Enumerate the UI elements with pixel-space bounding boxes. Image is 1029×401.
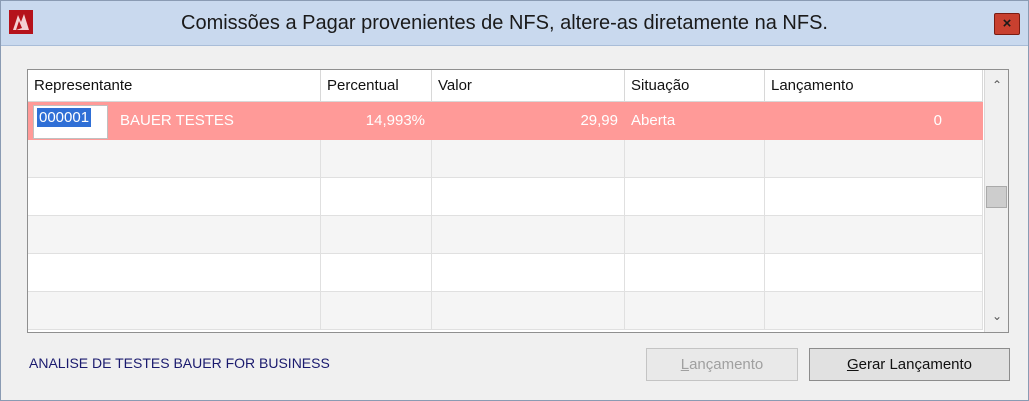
column-header-percentual[interactable]: Percentual [321,70,432,101]
empty-cell[interactable] [625,292,765,330]
cell-nome[interactable]: BAUER TESTES [114,102,321,140]
close-button[interactable]: × [994,13,1020,35]
empty-cell[interactable] [765,292,983,330]
app-logo-icon [9,10,33,34]
empty-cell[interactable] [321,216,432,254]
title-bar[interactable]: Comissões a Pagar provenientes de NFS, a… [1,1,1028,46]
gerar-lancamento-button[interactable]: Gerar Lançamento [809,348,1010,381]
dialog-window: Comissões a Pagar provenientes de NFS, a… [0,0,1029,401]
column-header-representante[interactable]: Representante [28,70,321,101]
codigo-edit-field[interactable]: 000001 [33,105,108,139]
empty-cell[interactable] [765,140,983,178]
empty-cell[interactable] [432,216,625,254]
empty-cell[interactable] [625,140,765,178]
cell-lancamento[interactable]: 0 [765,102,983,140]
empty-cell[interactable] [28,292,321,330]
scroll-up-icon[interactable]: ⌃ [987,75,1007,95]
empty-cell[interactable] [28,178,321,216]
empty-cell[interactable] [321,178,432,216]
table-row-empty[interactable] [28,292,983,330]
column-header-lancamento[interactable]: Lançamento [765,70,983,101]
table-row-empty[interactable] [28,178,983,216]
vertical-scrollbar[interactable]: ⌃ ⌄ [984,70,1008,332]
cell-situacao[interactable]: Aberta [625,102,765,140]
lancamento-label: ançamento [689,356,764,373]
cell-valor[interactable]: 29,99 [432,102,625,140]
window-title: Comissões a Pagar provenientes de NFS, a… [181,12,828,34]
empty-cell[interactable] [28,254,321,292]
lancamento-accelerator: L [680,356,690,373]
table-row-empty[interactable] [28,216,983,254]
commissions-grid[interactable]: Representante Percentual Valor Situação … [27,69,1009,333]
empty-cell[interactable] [432,140,625,178]
column-header-valor[interactable]: Valor [432,70,625,101]
gerar-accelerator: G [846,356,859,373]
empty-cell[interactable] [625,178,765,216]
table-row-empty[interactable] [28,140,983,178]
cell-percentual[interactable]: 14,993% [321,102,432,140]
scroll-down-icon[interactable]: ⌄ [987,306,1007,326]
empty-cell[interactable] [321,254,432,292]
empty-cell[interactable] [765,178,983,216]
table-row-empty[interactable] [28,254,983,292]
empty-cell[interactable] [625,216,765,254]
cell-codigo[interactable]: 000001 [28,102,114,140]
empty-cell[interactable] [28,140,321,178]
grid-header: Representante Percentual Valor Situação … [28,70,983,102]
empty-cell[interactable] [432,178,625,216]
empty-cell[interactable] [432,292,625,330]
status-text: ANALISE DE TESTES BAUER FOR BUSINESS [29,355,330,371]
close-icon: × [1002,15,1012,32]
codigo-value: 000001 [37,108,92,127]
table-row[interactable]: 000001 BAUER TESTES 14,993% 29,99 Aberta… [28,102,983,140]
empty-cell[interactable] [765,216,983,254]
gerar-lancamento-label: erar Lançamento [858,356,973,373]
lancamento-button[interactable]: Lançamento [646,348,798,381]
empty-cell[interactable] [321,292,432,330]
empty-cell[interactable] [432,254,625,292]
scrollbar-thumb[interactable] [986,186,1007,208]
empty-cell[interactable] [625,254,765,292]
column-header-situacao[interactable]: Situação [625,70,765,101]
empty-cell[interactable] [321,140,432,178]
empty-cell[interactable] [765,254,983,292]
empty-cell[interactable] [28,216,321,254]
